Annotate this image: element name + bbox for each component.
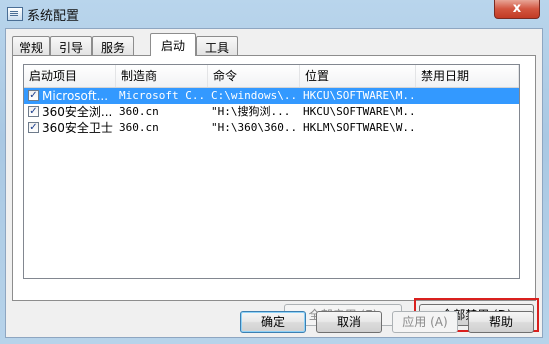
tab-general[interactable]: 常规 [12,36,50,55]
row-checkbox[interactable]: ✓ [28,122,39,133]
cell-command: C:\windows\... [211,89,297,102]
cell-command: "H:\搜狗浏... [211,105,291,118]
column-location[interactable]: 位置 [300,65,416,87]
cell-disabled-date [419,88,515,104]
cell-location: HKCU\SOFTWARE\M... [303,105,413,118]
startup-list[interactable]: 启动项目 制造商 命令 位置 禁用日期 ✓ Microsoft... Micro… [23,64,520,279]
list-row[interactable]: ✓ 360安全卫士 360.cn "H:\360\360... HKLM\SOF… [24,120,519,136]
column-manufacturer[interactable]: 制造商 [116,65,208,87]
row-checkbox[interactable]: ✓ [28,90,39,101]
tab-startup[interactable]: 启动 [150,33,196,56]
window-title: 系统配置 [27,9,80,24]
column-command[interactable]: 命令 [208,65,300,87]
tab-services[interactable]: 服务 [92,36,134,55]
cell-disabled-date [419,120,515,136]
dialog-client: 常规 引导 服务 启动 工具 启动项目 制造商 命令 位置 禁用日期 ✓ Mic… [5,28,543,338]
column-disabled-date[interactable]: 禁用日期 [416,65,519,87]
close-icon: x [512,1,522,16]
cell-maker: Microsoft C... [119,89,205,102]
column-startup-item[interactable]: 启动项目 [24,65,116,87]
tab-tools[interactable]: 工具 [196,36,238,55]
system-config-icon [7,7,23,21]
close-button[interactable]: x [494,0,540,19]
cell-item: Microsoft... [42,89,109,103]
cell-maker: 360.cn [119,105,159,118]
startup-panel: 启动项目 制造商 命令 位置 禁用日期 ✓ Microsoft... Micro… [12,55,539,332]
cancel-button[interactable]: 取消 [316,311,382,333]
apply-button[interactable]: 应用 (A) [392,311,458,333]
tab-boot[interactable]: 引导 [50,36,92,55]
cell-item: 360安全卫士 [42,121,113,135]
cell-item: 360安全浏... [42,105,113,119]
cell-maker: 360.cn [119,121,159,134]
row-checkbox[interactable]: ✓ [28,106,39,117]
list-row[interactable]: ✓ Microsoft... Microsoft C... C:\windows… [24,88,519,104]
list-row[interactable]: ✓ 360安全浏... 360.cn "H:\搜狗浏... HKCU\SOFTW… [24,104,519,120]
cell-location: HKCU\SOFTWARE\M... [303,89,413,102]
title-bar: 系统配置 x [0,0,549,28]
cell-location: HKLM\SOFTWARE\W... [303,121,413,134]
cell-command: "H:\360\360... [211,121,297,134]
list-header: 启动项目 制造商 命令 位置 禁用日期 [24,65,519,88]
ok-button[interactable]: 确定 [240,311,306,333]
cell-disabled-date [419,104,515,120]
help-button[interactable]: 帮助 [468,311,534,333]
